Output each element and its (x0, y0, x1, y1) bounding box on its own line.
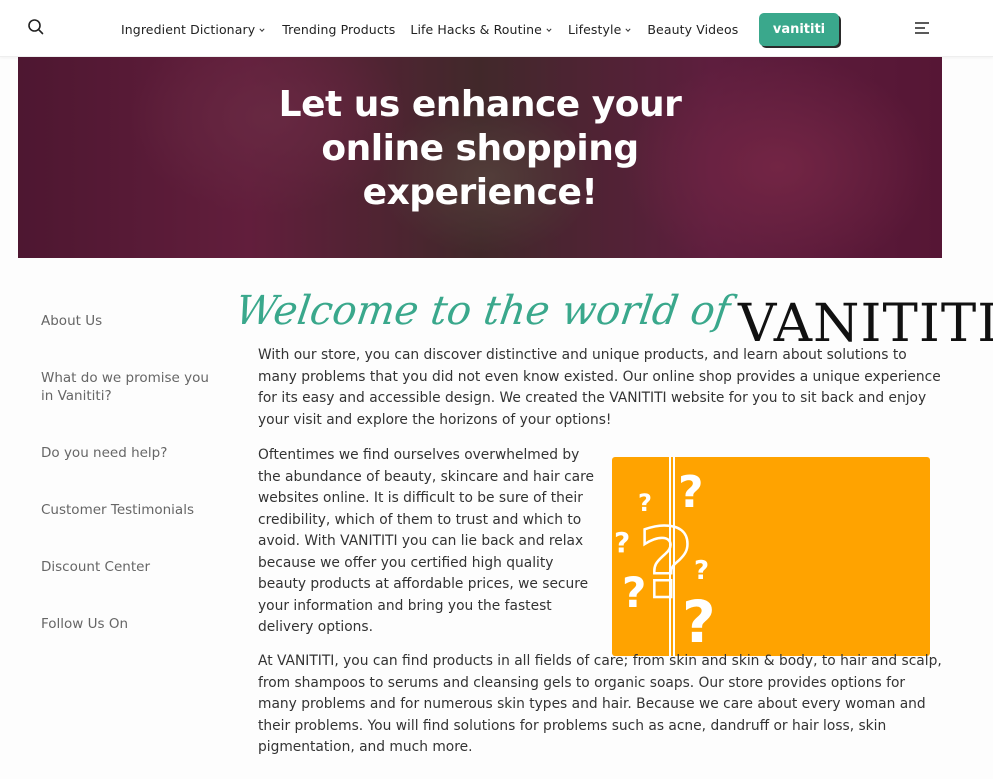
main-nav: Ingredient Dictionary Trending Products … (121, 22, 738, 37)
sidebar-item-promise[interactable]: What do we promise you in Vanititi? (41, 369, 211, 405)
site-header: Ingredient Dictionary Trending Products … (0, 0, 993, 57)
sidebar-item-help[interactable]: Do you need help? (41, 444, 167, 462)
question-marks-image: ? ? ? ? ? ? ? (612, 457, 930, 656)
hero-title-line: online shopping (321, 128, 639, 169)
chevron-down-icon (546, 27, 552, 32)
hamburger-menu-icon[interactable] (914, 20, 930, 34)
question-mark-icon: ? ? ? ? ? ? ? (614, 457, 716, 656)
sidebar-item-follow-us[interactable]: Follow Us On (41, 615, 128, 633)
svg-text:?: ? (694, 556, 709, 586)
nav-ingredient-dictionary[interactable]: Ingredient Dictionary (121, 22, 265, 37)
hero-title-line: Let us enhance your (278, 84, 682, 125)
intro-paragraph: With our store, you can discover distinc… (258, 347, 941, 428)
products-paragraph: At VANITITI, you can find products in al… (258, 651, 948, 759)
search-icon[interactable] (26, 17, 46, 37)
welcome-heading: Welcome to the world of (232, 288, 733, 334)
hero-title-line: experience! (362, 172, 598, 213)
chevron-down-icon (625, 27, 631, 32)
nav-lifestyle[interactable]: Lifestyle (568, 22, 631, 37)
sidebar-item-about-us[interactable]: About Us (41, 312, 102, 330)
nav-life-hacks-routine[interactable]: Life Hacks & Routine (410, 22, 552, 37)
nav-label: Ingredient Dictionary (121, 22, 256, 37)
svg-text:?: ? (614, 526, 630, 559)
nav-trending-products[interactable]: Trending Products (282, 22, 395, 37)
hero-title: Let us enhance your online shopping expe… (18, 83, 942, 215)
nav-label: Life Hacks & Routine (410, 22, 542, 37)
products-paragraph-text: At VANITITI, you can find products in al… (258, 653, 942, 755)
nav-label: Beauty Videos (647, 22, 739, 37)
overwhelmed-paragraph: Oftentimes we find ourselves overwhelmed… (258, 447, 594, 635)
vanititi-button[interactable]: vanititi (759, 13, 839, 46)
sidebar-item-discount-center[interactable]: Discount Center (41, 558, 150, 576)
sidebar-item-testimonials[interactable]: Customer Testimonials (41, 501, 194, 519)
nav-label: Trending Products (282, 22, 396, 37)
nav-label: Lifestyle (567, 22, 622, 37)
chevron-down-icon (259, 27, 265, 32)
hero-banner: Let us enhance your online shopping expe… (18, 57, 942, 258)
svg-text:?: ? (638, 508, 694, 620)
nav-beauty-videos[interactable]: Beauty Videos (647, 22, 738, 37)
